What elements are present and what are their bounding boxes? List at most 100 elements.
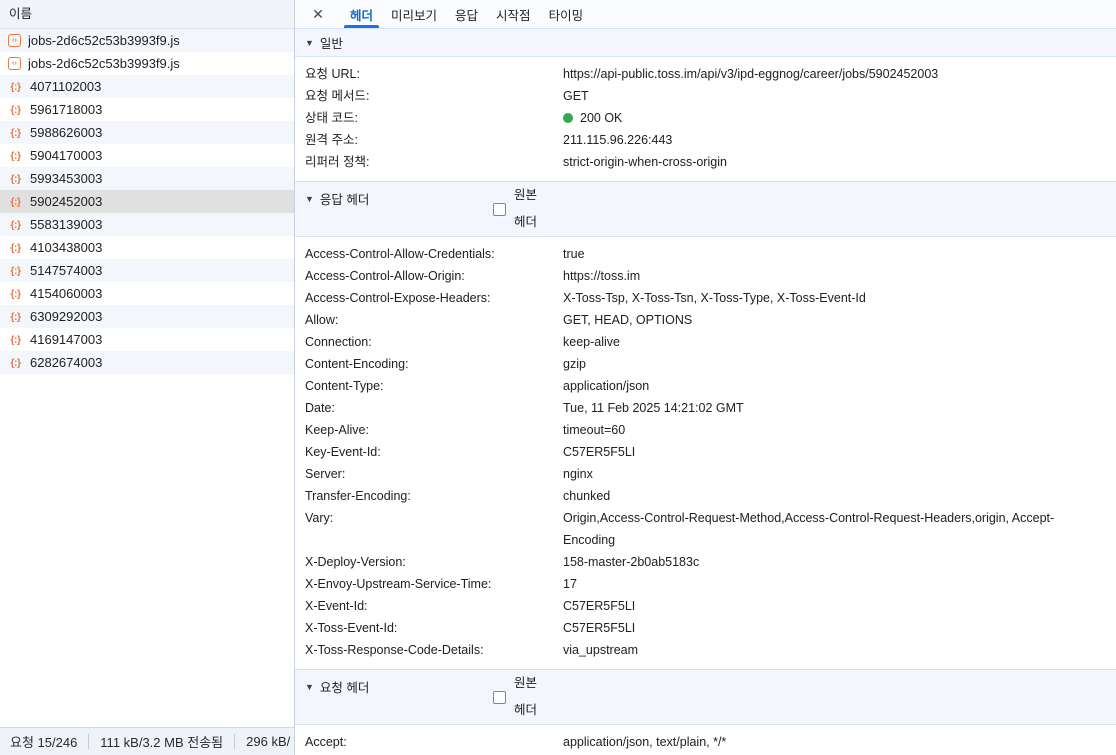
header-name: Accept: <box>305 735 347 749</box>
section-title: ▼ 응답 헤더 <box>305 189 369 208</box>
request-name: 5904170003 <box>30 148 103 163</box>
header-row: Access-Control-Allow-Origin: https://tos… <box>295 265 1116 287</box>
header-value: 158-master-2b0ab5183c <box>563 551 1106 573</box>
network-request-row[interactable]: {:} 4169147003 <box>0 328 294 351</box>
header-name: 리퍼러 정책: <box>305 155 370 169</box>
header-value-text: via_upstream <box>563 643 639 657</box>
header-row: 요청 URL: https://api-public.toss.im/api/v… <box>295 63 1116 85</box>
collapse-triangle-icon[interactable]: ▼ <box>305 682 314 692</box>
header-value-text: 211.115.96.226:443 <box>563 133 673 147</box>
close-icon[interactable]: ✕ <box>308 0 328 28</box>
raw-headers-checkbox[interactable] <box>493 202 506 216</box>
raw-headers-checkbox[interactable] <box>493 690 506 704</box>
tab-preview[interactable]: 미리보기 <box>382 0 446 28</box>
header-name: 요청 URL: <box>305 67 360 81</box>
network-summary-bar: 요청 15/246 111 kB/3.2 MB 전송됨 296 kB/ <box>0 727 294 755</box>
header-name: Transfer-Encoding: <box>305 489 411 503</box>
header-name: X-Envoy-Upstream-Service-Time: <box>305 577 492 591</box>
network-request-row[interactable]: {:} 4071102003 <box>0 75 294 98</box>
fetch-file-icon: {:} <box>10 264 21 277</box>
network-request-row[interactable]: {:} 5961718003 <box>0 98 294 121</box>
header-value: Tue, 11 Feb 2025 14:21:02 GMT <box>563 397 1106 419</box>
header-row: Server: nginx <box>295 463 1116 485</box>
section-title-text: 일반 <box>319 37 343 51</box>
details-tabs: 헤더 미리보기 응답 시작점 타이밍 <box>341 0 592 28</box>
request-name: 5988626003 <box>30 125 103 140</box>
header-value: 200 OK <box>563 107 1106 129</box>
header-value-text: Origin,Access-Control-Request-Method,Acc… <box>563 511 1055 547</box>
collapse-triangle-icon[interactable]: ▼ <box>305 38 314 48</box>
header-value: true <box>563 243 1106 265</box>
request-name: 6309292003 <box>30 309 103 324</box>
header-value: https://toss.im <box>563 265 1106 287</box>
header-value-text: GET <box>563 89 589 103</box>
general-section: ▼ 일반 요청 URL: https://api-public.toss.im/… <box>295 28 1116 181</box>
response-headers-section-header[interactable]: ▼ 응답 헤더 원본 헤더 <box>295 181 1116 237</box>
header-value-text: C57ER5F5LI <box>563 621 636 635</box>
network-request-row[interactable]: {:} 6309292003 <box>0 305 294 328</box>
header-value-text: 158-master-2b0ab5183c <box>563 555 700 569</box>
header-row: 상태 코드: 200 OK <box>295 107 1116 129</box>
status-divider <box>234 734 236 749</box>
network-request-row[interactable]: {:} 5993453003 <box>0 167 294 190</box>
request-name: 4103438003 <box>30 240 103 255</box>
header-row: X-Event-Id: C57ER5F5LI <box>295 595 1116 617</box>
fetch-file-icon: {:} <box>10 310 21 323</box>
network-request-row[interactable]: {:} 4154060003 <box>0 282 294 305</box>
header-value: https://api-public.toss.im/api/v3/ipd-eg… <box>563 63 1106 85</box>
tab-timing[interactable]: 타이밍 <box>540 0 593 28</box>
requests-count: 요청 15/246 <box>10 735 78 750</box>
tab-label: 응답 <box>455 8 479 23</box>
header-name: X-Toss-Event-Id: <box>305 621 398 635</box>
header-row: Access-Control-Allow-Credentials: true <box>295 243 1116 265</box>
header-name: Server: <box>305 467 346 481</box>
transferred-size: 111 kB/3.2 MB 전송됨 <box>100 735 224 750</box>
network-request-row[interactable]: ‹› jobs-2d6c52c53b3993f9.js <box>0 29 294 52</box>
header-value-text: https://toss.im <box>563 269 641 283</box>
header-value: C57ER5F5LI <box>563 595 1106 617</box>
network-request-row[interactable]: {:} 5988626003 <box>0 121 294 144</box>
request-name: 5147574003 <box>30 263 103 278</box>
network-request-row[interactable]: {:} 5583139003 <box>0 213 294 236</box>
header-value-text: gzip <box>563 357 586 371</box>
general-section-header[interactable]: ▼ 일반 <box>295 28 1116 57</box>
header-value-text: GET, HEAD, OPTIONS <box>563 313 693 327</box>
header-name: Access-Control-Allow-Origin: <box>305 269 465 283</box>
tab-response[interactable]: 응답 <box>446 0 487 28</box>
header-name: Key-Event-Id: <box>305 445 381 459</box>
header-value: chunked <box>563 485 1106 507</box>
tab-label: 타이밍 <box>548 8 584 23</box>
header-row: 원격 주소: 211.115.96.226:443 <box>295 129 1116 151</box>
header-row: Allow: GET, HEAD, OPTIONS <box>295 309 1116 331</box>
network-request-row[interactable]: {:} 5902452003 <box>0 190 294 213</box>
status-ok-icon <box>563 113 573 123</box>
raw-label-line1: 원본 <box>514 188 538 202</box>
request-name: 5961718003 <box>30 102 103 117</box>
request-header-rows: Accept: application/json, text/plain, */… <box>295 725 1116 755</box>
network-request-list-panel: 이름 ‹› jobs-2d6c52c53b3993f9.js ‹› jobs-2… <box>0 0 295 755</box>
details-tab-bar: ✕ 헤더 미리보기 응답 시작점 타이밍 <box>295 0 1116 28</box>
network-request-row[interactable]: {:} 4103438003 <box>0 236 294 259</box>
network-request-row[interactable]: ‹› jobs-2d6c52c53b3993f9.js <box>0 52 294 75</box>
header-value-text: application/json <box>563 379 650 393</box>
header-value-text: C57ER5F5LI <box>563 599 636 613</box>
header-name: Keep-Alive: <box>305 423 369 437</box>
network-request-row[interactable]: {:} 6282674003 <box>0 351 294 374</box>
header-value: C57ER5F5LI <box>563 617 1106 639</box>
header-value: application/json <box>563 375 1106 397</box>
request-name: 4071102003 <box>30 79 102 94</box>
request-headers-section-header[interactable]: ▼ 요청 헤더 원본 헤더 <box>295 669 1116 725</box>
name-column-header[interactable]: 이름 <box>0 0 294 29</box>
request-name: 4154060003 <box>30 286 103 301</box>
fetch-file-icon: {:} <box>10 103 21 116</box>
tab-headers[interactable]: 헤더 <box>341 0 382 28</box>
collapse-triangle-icon[interactable]: ▼ <box>305 194 314 204</box>
header-name: Content-Encoding: <box>305 357 409 371</box>
header-value: GET, HEAD, OPTIONS <box>563 309 1106 331</box>
raw-headers-toggle: 원본 헤더 <box>493 670 537 724</box>
header-row: Transfer-Encoding: chunked <box>295 485 1116 507</box>
header-name: Date: <box>305 401 335 415</box>
network-request-row[interactable]: {:} 5147574003 <box>0 259 294 282</box>
network-request-row[interactable]: {:} 5904170003 <box>0 144 294 167</box>
tab-initiator[interactable]: 시작점 <box>487 0 540 28</box>
